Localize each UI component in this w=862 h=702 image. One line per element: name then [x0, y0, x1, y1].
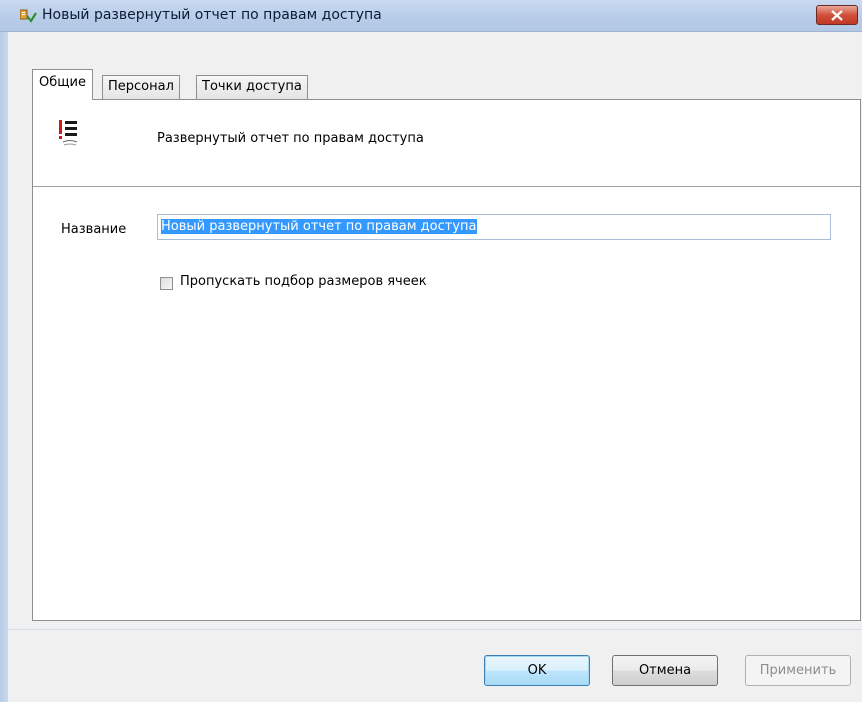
cancel-button[interactable]: Отмена	[612, 655, 718, 686]
title-bar[interactable]: Новый развернутый отчет по правам доступ…	[0, 0, 862, 32]
name-label: Название	[61, 222, 127, 237]
apply-button[interactable]: Применить	[745, 655, 851, 686]
skip-cell-sizing-label[interactable]: Пропускать подбор размеров ячеек	[180, 274, 427, 289]
close-button[interactable]	[816, 5, 858, 25]
report-app-icon	[19, 9, 37, 24]
footer-divider	[8, 629, 862, 630]
tab-general[interactable]: Общие	[32, 69, 93, 100]
skip-cell-sizing-checkbox[interactable]	[160, 277, 173, 290]
separator	[33, 186, 860, 188]
general-tab-panel: Развернутый отчет по правам доступа Назв…	[32, 99, 861, 621]
tab-access-points[interactable]: Точки доступа	[196, 75, 308, 99]
window-frame-edge	[0, 32, 8, 702]
window-title: Новый развернутый отчет по правам доступ…	[42, 7, 382, 23]
report-dialog: Новый развернутый отчет по правам доступ…	[0, 0, 862, 702]
report-description: Развернутый отчет по правам доступа	[157, 131, 424, 146]
ok-button[interactable]: OK	[484, 655, 590, 686]
tab-personnel[interactable]: Персонал	[102, 75, 180, 99]
report-list-icon	[56, 118, 80, 148]
name-input-value: Новый развернутый отчет по правам доступ…	[161, 219, 477, 234]
close-icon	[831, 10, 843, 21]
name-input[interactable]: Новый развернутый отчет по правам доступ…	[157, 214, 831, 240]
